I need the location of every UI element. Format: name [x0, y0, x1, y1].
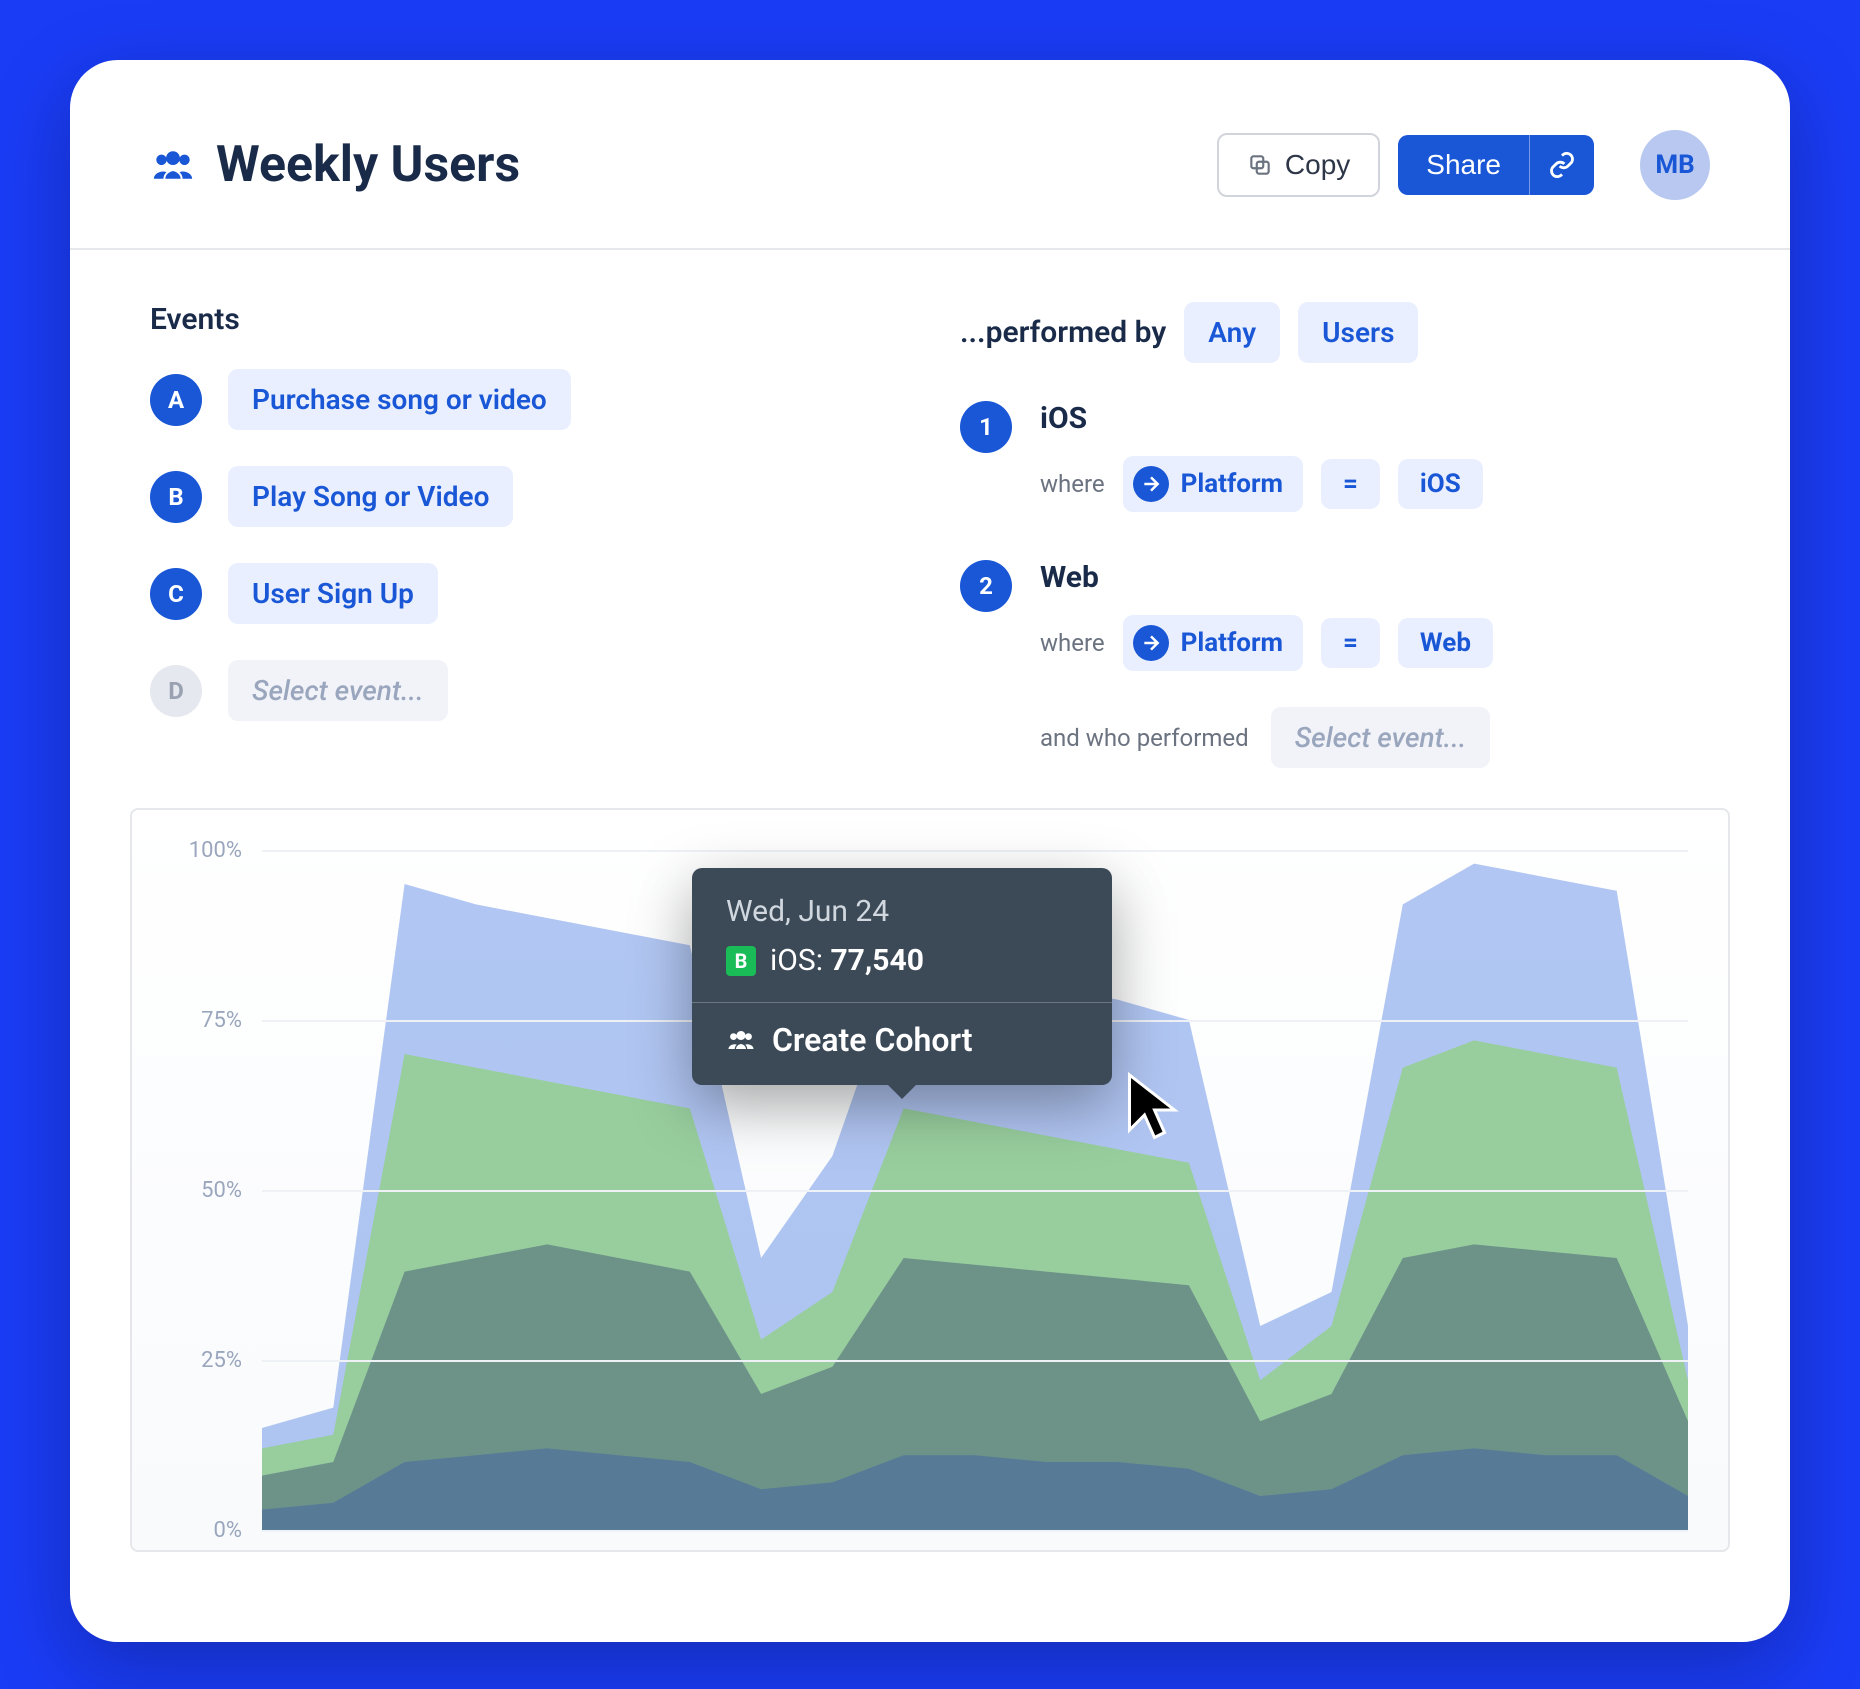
where-row: where Platform = Web [1040, 615, 1493, 671]
property-chip[interactable]: Platform [1123, 456, 1303, 512]
tooltip-date: Wed, Jun 24 [726, 894, 1078, 929]
value-chip[interactable]: Web [1398, 618, 1493, 668]
value-chip[interactable]: iOS [1398, 459, 1483, 509]
property-chip[interactable]: Platform [1123, 615, 1303, 671]
where-row: where Platform = iOS [1040, 456, 1483, 512]
event-chip[interactable]: Play Song or Video [228, 466, 513, 527]
events-list: A Purchase song or video B Play Song or Vid… [150, 369, 900, 721]
copy-icon [1247, 152, 1273, 178]
performed-column: ...performed by Any Users 1 iOS where Pl… [960, 302, 1710, 768]
performed-label: ...performed by [960, 315, 1166, 350]
operator-chip[interactable]: = [1321, 459, 1380, 509]
and-event-placeholder[interactable]: Select event... [1271, 707, 1491, 768]
share-group: Share [1398, 135, 1594, 195]
event-letter: C [150, 568, 202, 620]
chart[interactable]: Wed, Jun 24 B iOS: 77,540 Create Cohort [262, 850, 1688, 1530]
tooltip-divider [692, 1002, 1112, 1003]
gridline [262, 1360, 1688, 1362]
property-icon [1133, 625, 1169, 661]
series-badge: B [726, 946, 756, 976]
chart-area: Wed, Jun 24 B iOS: 77,540 Create Cohort [130, 808, 1730, 1552]
and-row: and who performed Select event... [1040, 707, 1710, 768]
event-chip[interactable]: User Sign Up [228, 563, 438, 624]
segments-list: 1 iOS where Platform = iOS 2 Web where [960, 401, 1710, 671]
operator-chip[interactable]: = [1321, 618, 1380, 668]
segment-name: iOS [1040, 401, 1483, 436]
segment-name: Web [1040, 560, 1493, 595]
page-title: Weekly Users [216, 136, 520, 194]
users-chip[interactable]: Users [1298, 302, 1418, 363]
chart-tooltip: Wed, Jun 24 B iOS: 77,540 Create Cohort [692, 868, 1112, 1085]
where-label: where [1040, 629, 1105, 657]
create-cohort-action[interactable]: Create Cohort [726, 1021, 1078, 1059]
event-letter: D [150, 665, 202, 717]
y-tick: 100% [172, 838, 242, 863]
copy-label: Copy [1285, 149, 1350, 181]
tooltip-value-row: B iOS: 77,540 [726, 943, 1078, 978]
share-button[interactable]: Share [1398, 135, 1529, 195]
segment-number: 2 [960, 560, 1012, 612]
tooltip-tail [886, 1083, 918, 1099]
events-column: Events A Purchase song or video B Play Song… [150, 302, 900, 768]
gridline [262, 850, 1688, 852]
link-icon [1548, 151, 1576, 179]
y-tick: 0% [172, 1518, 242, 1543]
events-label: Events [150, 302, 900, 337]
property-icon [1133, 466, 1169, 502]
event-chip[interactable]: Purchase song or video [228, 369, 571, 430]
avatar[interactable]: MB [1640, 130, 1710, 200]
chart-series [262, 1448, 1688, 1530]
event-row: A Purchase song or video [150, 369, 900, 430]
event-placeholder[interactable]: Select event... [228, 660, 448, 721]
any-chip[interactable]: Any [1184, 302, 1280, 363]
header: Weekly Users Copy Share MB [70, 130, 1790, 250]
performed-header: ...performed by Any Users [960, 302, 1710, 363]
header-actions: Copy Share MB [1217, 130, 1710, 200]
event-row: B Play Song or Video [150, 466, 900, 527]
app-card: Weekly Users Copy Share MB [70, 60, 1790, 1642]
event-letter: A [150, 374, 202, 426]
segment: 1 iOS where Platform = iOS [960, 401, 1710, 512]
config-body: Events A Purchase song or video B Play Song… [70, 250, 1790, 808]
event-row: C User Sign Up [150, 563, 900, 624]
gridline [262, 1190, 1688, 1192]
event-row: D Select event... [150, 660, 900, 721]
y-tick: 50% [172, 1178, 242, 1203]
y-tick: 25% [172, 1348, 242, 1373]
and-label: and who performed [1040, 724, 1249, 752]
segment: 2 Web where Platform = Web [960, 560, 1710, 671]
segment-body: iOS where Platform = iOS [1040, 401, 1483, 512]
segment-body: Web where Platform = Web [1040, 560, 1493, 671]
where-label: where [1040, 470, 1105, 498]
event-letter: B [150, 471, 202, 523]
y-tick: 75% [172, 1008, 242, 1033]
users-icon [726, 1025, 756, 1055]
segment-number: 1 [960, 401, 1012, 453]
tooltip-series-name: iOS: 77,540 [770, 943, 924, 978]
header-left: Weekly Users [150, 136, 1217, 194]
share-link-button[interactable] [1529, 135, 1594, 195]
cursor-icon [1122, 1070, 1182, 1140]
gridline [262, 1530, 1688, 1532]
copy-button[interactable]: Copy [1217, 133, 1380, 197]
users-icon [150, 142, 196, 188]
